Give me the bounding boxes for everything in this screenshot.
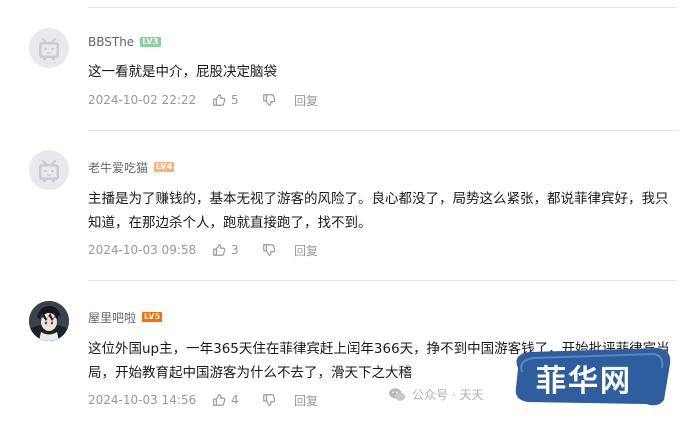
thumbs-down-icon bbox=[263, 394, 276, 406]
dislike-button[interactable] bbox=[262, 243, 294, 257]
default-avatar-icon bbox=[29, 150, 69, 190]
like-count: 3 bbox=[231, 243, 239, 257]
like-button[interactable]: 3 bbox=[212, 243, 262, 257]
default-avatar-icon bbox=[29, 28, 69, 68]
level-badge: LV4 bbox=[154, 162, 175, 172]
thumbs-up-icon bbox=[213, 94, 226, 106]
comment-text: 主播是为了赚钱的，基本无视了游客的风险了。良心都没了，局势这么紧张，都说菲律宾好… bbox=[88, 191, 669, 231]
level-badge: LV3 bbox=[140, 37, 161, 47]
wechat-watermark: 公众号 · 天天 bbox=[388, 386, 483, 403]
site-logo-watermark: 菲华网 bbox=[508, 346, 672, 408]
comment-divider bbox=[88, 130, 677, 131]
thumbs-up-icon bbox=[213, 244, 226, 256]
thumbs-down-icon bbox=[263, 244, 276, 256]
username[interactable]: 老牛爱吃猫 bbox=[88, 159, 148, 176]
reply-button[interactable]: 回复 bbox=[294, 392, 318, 409]
logo-text: 菲华网 bbox=[536, 364, 632, 399]
comment-text: 这一看就是中介，屁股决定脑袋 bbox=[88, 64, 277, 80]
dislike-button[interactable] bbox=[262, 93, 294, 107]
avatar[interactable] bbox=[29, 28, 69, 68]
reply-button[interactable]: 回复 bbox=[294, 242, 318, 259]
user-avatar-image bbox=[29, 301, 69, 341]
like-count: 5 bbox=[231, 93, 239, 107]
reply-button[interactable]: 回复 bbox=[294, 92, 318, 109]
thumbs-down-icon bbox=[263, 94, 276, 106]
thumbs-up-icon bbox=[213, 394, 226, 406]
comment-time: 2024-10-03 14:56 bbox=[88, 393, 197, 407]
wechat-icon bbox=[389, 387, 406, 401]
avatar[interactable] bbox=[29, 301, 69, 341]
username[interactable]: 屋里吧啦 bbox=[88, 309, 136, 326]
like-button[interactable]: 5 bbox=[212, 93, 262, 107]
like-button[interactable]: 4 bbox=[212, 393, 262, 407]
dislike-button[interactable] bbox=[262, 393, 294, 407]
like-count: 4 bbox=[231, 393, 239, 407]
username[interactable]: BBSThe bbox=[88, 35, 134, 49]
watermark-text: 公众号 · 天天 bbox=[412, 388, 484, 402]
avatar[interactable] bbox=[29, 150, 69, 190]
comment-divider bbox=[88, 280, 677, 281]
comment-time: 2024-10-03 09:58 bbox=[88, 243, 197, 257]
top-divider bbox=[88, 7, 677, 8]
level-badge: LV5 bbox=[142, 312, 163, 322]
comment-time: 2024-10-02 22:22 bbox=[88, 93, 197, 107]
